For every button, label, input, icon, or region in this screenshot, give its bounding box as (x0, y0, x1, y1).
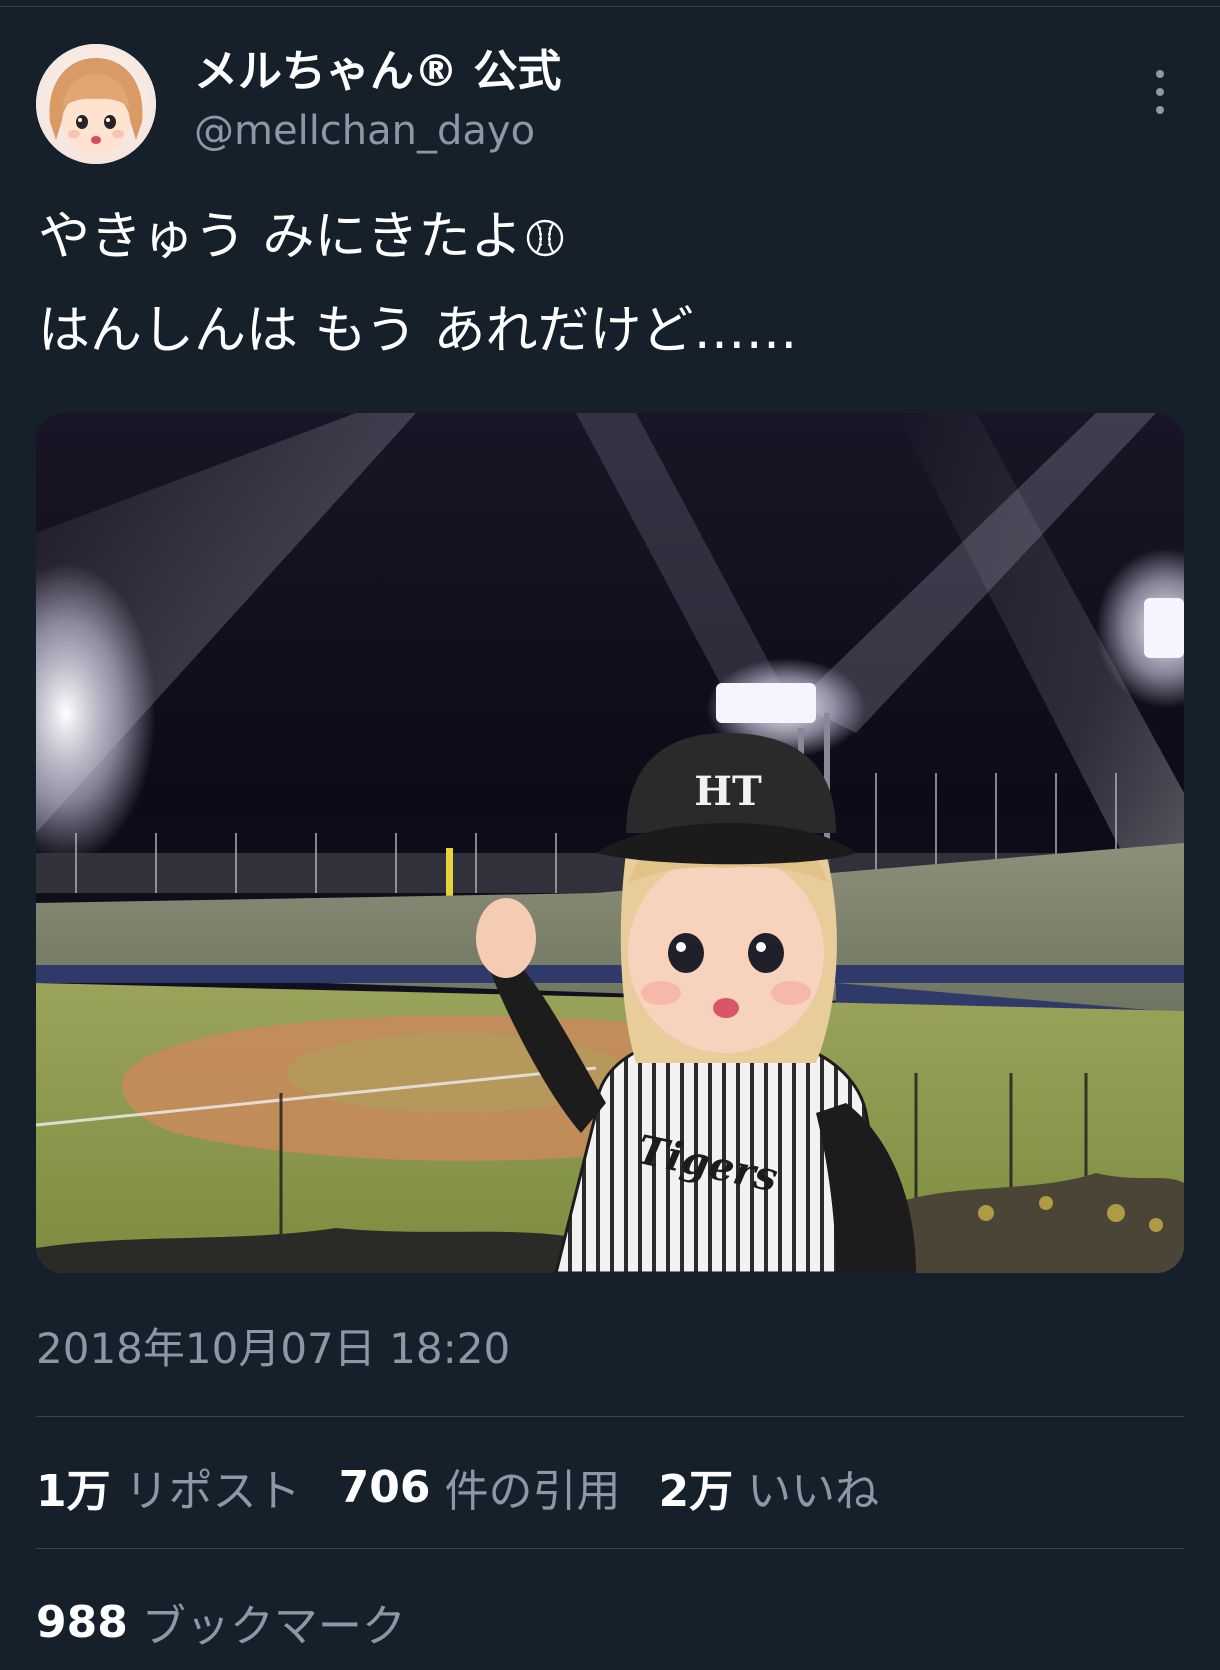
top-divider (0, 6, 1220, 7)
quotes-stat[interactable]: 706 件の引用 (339, 1455, 621, 1519)
tweet-text: やきゅう みにきたよ はんしんは もう あれだけど…… (38, 192, 1178, 376)
doll-at-baseball-stadium-photo[interactable]: Tigers HT (36, 413, 1184, 1273)
divider (36, 1416, 1184, 1417)
reposts-label: リポスト (124, 1466, 301, 1517)
display-name[interactable]: メルちゃん® 公式 (194, 42, 561, 102)
tweet-line-1-text: やきゅう みにきたよ (38, 207, 523, 267)
tweet-line-1: やきゅう みにきたよ (38, 192, 1178, 286)
quotes-label: 件の引用 (444, 1466, 621, 1517)
more-options-icon[interactable] (1140, 70, 1180, 114)
user-handle[interactable]: @mellchan_dayo (194, 104, 535, 158)
tweet-line-2: はんしんは もう あれだけど…… (38, 301, 798, 361)
bookmarks-stat[interactable]: 988 ブックマーク (36, 1590, 406, 1654)
likes-label: いいね (747, 1466, 880, 1517)
likes-count: 2万 (658, 1466, 734, 1517)
tweet-stats: 1万 リポスト 706 件の引用 2万 いいね (36, 1455, 917, 1519)
tweet-timestamp[interactable]: 2018年10月07日 18:20 (36, 1320, 510, 1378)
baseball-icon (525, 196, 565, 286)
tweet-detail-page: メルちゃん® 公式 @mellchan_dayo やきゅう みにきたよ はんしん… (0, 0, 1220, 1670)
quotes-count: 706 (338, 1461, 431, 1513)
reposts-stat[interactable]: 1万 リポスト (36, 1455, 301, 1519)
bookmarks-count: 988 (36, 1596, 128, 1648)
divider (36, 1548, 1184, 1549)
more-dot (1156, 88, 1164, 96)
likes-stat[interactable]: 2万 いいね (658, 1455, 879, 1519)
more-dot (1156, 106, 1164, 114)
reposts-count: 1万 (36, 1466, 111, 1517)
doll-avatar-icon[interactable] (36, 44, 156, 164)
cap-logo: HT (694, 768, 762, 815)
bookmarks-label: ブックマーク (141, 1601, 406, 1652)
more-dot (1156, 70, 1164, 78)
